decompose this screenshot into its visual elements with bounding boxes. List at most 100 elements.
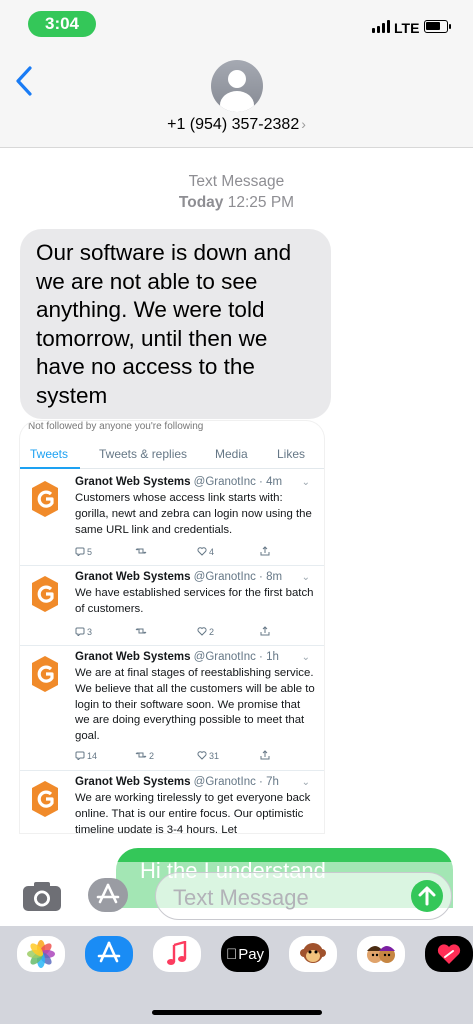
contact-number: +1 (954) 357-2382 (167, 116, 300, 133)
retweet-action (135, 546, 149, 558)
tweet-author-handle: @GranotInc (193, 571, 256, 583)
status-time[interactable]: 3:04 (28, 11, 96, 37)
granot-logo-icon (30, 479, 60, 519)
tweet-author-handle: @GranotInc (193, 651, 256, 663)
thread-timestamp: Text Message Today 12:25 PM (0, 171, 473, 213)
like-icon (197, 626, 207, 638)
tweet-time: · 8m (259, 571, 283, 583)
tweet-author-name: Granot Web Systems (75, 776, 191, 788)
app-store-icon (96, 883, 120, 904)
tab-likes: Likes (277, 447, 306, 461)
camera-icon[interactable] (22, 880, 62, 912)
contact-name-button[interactable]: +1 (954) 357-2382 › (0, 116, 473, 134)
reply-icon (75, 750, 85, 762)
reply-action: 3 (75, 626, 92, 638)
twitter-tabs: Tweets Tweets & replies Media Likes (20, 441, 324, 469)
retweet-icon (135, 546, 147, 558)
share-icon (260, 546, 270, 556)
tweet-text: We have established services for the fir… (75, 587, 314, 615)
photos-app-icon[interactable] (17, 936, 65, 972)
reply-count: 5 (87, 547, 93, 557)
message-input-bar: Text Message (0, 862, 473, 926)
monkey-memoji-app-icon[interactable] (289, 936, 337, 972)
like-action: 31 (197, 750, 219, 762)
tweet-actions: 14 2 31 (75, 750, 275, 764)
tweet-header: Granot Web Systems @GranotInc · 8m (75, 571, 282, 583)
app-store-app-icon[interactable] (85, 936, 133, 972)
tweet-author-name: Granot Web Systems (75, 476, 191, 488)
contact-avatar[interactable] (211, 60, 263, 112)
tweet-menu-chevron-icon: ⌄ (301, 572, 310, 583)
tab-tweets-replies: Tweets & replies (99, 447, 188, 461)
reply-count: 14 (87, 751, 98, 761)
battery-icon (424, 20, 451, 33)
like-icon (197, 750, 207, 762)
tweet-time: · 7h (259, 776, 279, 788)
like-action: 4 (197, 546, 214, 558)
app-store-drawer-button[interactable] (88, 878, 128, 912)
tab-media: Media (215, 447, 248, 461)
arrow-up-icon (418, 886, 436, 906)
apple-pay-app-icon[interactable]: Pay (221, 936, 269, 972)
reply-count: 3 (87, 627, 93, 637)
imessage-app-drawer: Pay (0, 926, 473, 1024)
chevron-right-icon: › (301, 116, 306, 132)
tweet-author-handle: @GranotInc (193, 776, 256, 788)
granot-logo-icon (30, 574, 60, 614)
tweet-header: Granot Web Systems @GranotInc · 4m (75, 476, 282, 488)
retweet-icon (135, 750, 147, 762)
tweet-text: We are working tirelessly to get everyon… (75, 792, 311, 833)
tweet-header: Granot Web Systems @GranotInc · 7h (75, 776, 279, 788)
received-message-bubble[interactable]: Our software is down and we are not able… (20, 229, 331, 419)
home-indicator (152, 1010, 322, 1015)
music-app-icon[interactable] (153, 936, 201, 972)
reply-icon (75, 546, 85, 558)
tweet-item[interactable]: Granot Web Systems @GranotInc · 4m ⌄ Custo… (20, 471, 324, 566)
like-count: 31 (209, 751, 220, 761)
tweet-menu-chevron-icon: ⌄ (301, 477, 310, 488)
tweet-menu-chevron-icon: ⌄ (301, 777, 310, 788)
conversation-header: +1 (954) 357-2382 › (0, 46, 473, 148)
back-chevron-icon[interactable] (14, 64, 36, 98)
reply-action: 14 (75, 750, 97, 762)
retweet-count: 2 (149, 751, 155, 761)
thread-type-label: Text Message (188, 173, 285, 190)
status-bar: 3:04 LTE (0, 0, 473, 46)
memoji-app-icon[interactable] (357, 936, 405, 972)
tweet-actions: 54 (75, 546, 275, 560)
like-count: 4 (209, 547, 215, 557)
like-count: 2 (209, 627, 215, 637)
tweet-time: · 1h (259, 651, 279, 663)
tweet-author-name: Granot Web Systems (75, 571, 191, 583)
signal-strength-icon (372, 19, 390, 33)
like-icon (197, 546, 207, 558)
tweet-item[interactable]: Granot Web Systems @GranotInc · 8m ⌄ We ha… (20, 566, 324, 646)
tweet-author-handle: @GranotInc (193, 476, 256, 488)
tweet-author-name: Granot Web Systems (75, 651, 191, 663)
digital-touch-app-icon[interactable] (425, 936, 473, 972)
granot-logo-icon (30, 654, 60, 694)
thread-time: 12:25 PM (227, 194, 295, 211)
tweet-actions: 32 (75, 626, 275, 640)
thread-day: Today (178, 194, 224, 211)
network-type: LTE (394, 20, 420, 36)
tweet-item[interactable]: Granot Web Systems @GranotInc · 7h ⌄ We ar… (20, 771, 324, 833)
tab-tweets: Tweets (30, 447, 69, 461)
share-icon (260, 750, 270, 760)
message-text-field[interactable]: Text Message (155, 872, 452, 920)
tweet-menu-chevron-icon: ⌄ (301, 652, 310, 663)
retweet-icon (135, 626, 147, 638)
tweet-text: We are at final stages of reestablishing… (75, 667, 315, 743)
tweet-screenshot-attachment[interactable]: Not followed by anyone you're following … (20, 421, 324, 833)
tweet-header: Granot Web Systems @GranotInc · 1h (75, 651, 279, 663)
reply-action: 5 (75, 546, 92, 558)
share-icon (260, 626, 270, 636)
tweet-text: Customers whose access link starts with:… (75, 492, 312, 536)
follow-note: Not followed by anyone you're following (28, 421, 204, 432)
tweet-time: · 4m (259, 476, 283, 488)
tweet-item[interactable]: Granot Web Systems @GranotInc · 1h ⌄ We ar… (20, 646, 324, 771)
retweet-action: 2 (135, 750, 154, 762)
send-button[interactable] (411, 880, 443, 912)
reply-icon (75, 626, 85, 638)
apple-pay-label: Pay (232, 945, 264, 963)
